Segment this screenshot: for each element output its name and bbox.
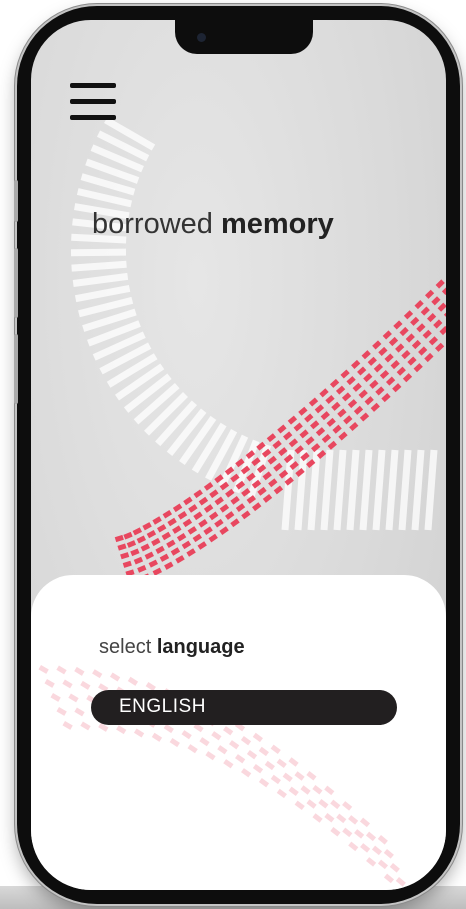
sheet-pattern — [38, 665, 406, 887]
select-language-label: select language — [99, 636, 245, 659]
phone-notch — [175, 20, 313, 54]
app-screen: borrowed memory select language ENGLISH — [31, 20, 446, 890]
language-select-value: ENGLISH — [119, 696, 206, 717]
app-title-bold: memory — [220, 208, 334, 240]
volume-up-button — [14, 248, 18, 318]
mute-switch — [14, 180, 18, 222]
language-select[interactable]: ENGLISH — [91, 690, 397, 725]
app-title: borrowed memory — [92, 208, 334, 241]
select-label-bold: language — [156, 636, 245, 658]
app-title-light: borrowed — [92, 208, 213, 240]
hamburger-menu-icon[interactable] — [70, 83, 118, 121]
volume-down-button — [14, 334, 18, 404]
camera-icon — [197, 33, 206, 42]
select-label-light: select — [99, 636, 152, 658]
